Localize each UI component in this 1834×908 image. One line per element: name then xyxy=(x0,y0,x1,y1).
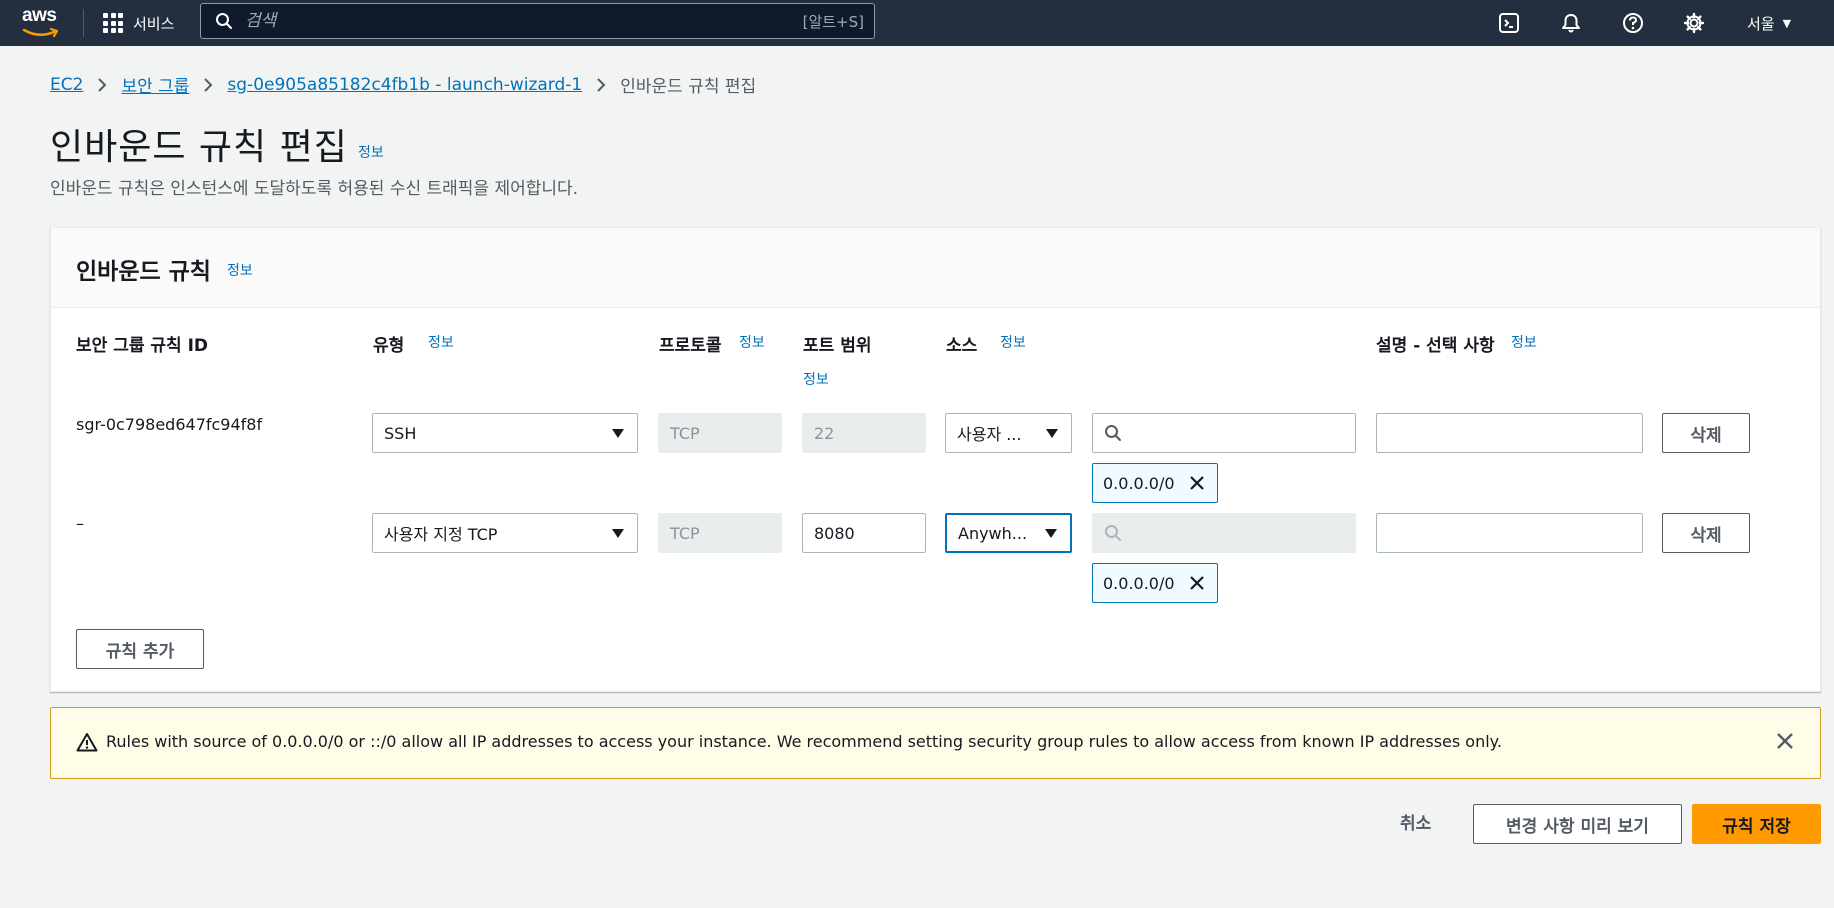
delete-label: 삭제 xyxy=(1690,525,1722,546)
region-selector[interactable]: 서울 ▼ xyxy=(1747,10,1791,36)
search-icon xyxy=(1105,525,1121,541)
aws-smile-icon xyxy=(22,27,59,38)
delete-rule-button-row-1[interactable]: 삭제 xyxy=(1662,413,1750,453)
notifications-bell-icon[interactable] xyxy=(1558,10,1584,36)
save-rules-label: 규칙 저장 xyxy=(1722,816,1791,837)
description-input-row-2[interactable] xyxy=(1376,513,1643,553)
dismiss-alert-close-icon[interactable] xyxy=(1776,732,1794,750)
cancel-button[interactable]: 취소 xyxy=(1400,809,1431,834)
caret-down-icon: ▼ xyxy=(1782,16,1792,30)
protocol-value: TCP xyxy=(670,423,700,443)
page-title: 인바운드 규칙 편집 xyxy=(50,127,348,168)
panel-title: 인바운드 규칙 xyxy=(76,259,211,285)
settings-gear-icon[interactable] xyxy=(1681,10,1707,36)
breadcrumb-link-security-groups[interactable]: 보안 그룹 xyxy=(121,72,189,97)
type-select-value: 사용자 지정 TCP xyxy=(384,525,498,544)
grid-menu-icon xyxy=(103,13,123,33)
source-type-select-row-1[interactable]: 사용자 ... xyxy=(945,413,1072,453)
global-search-input[interactable] xyxy=(245,11,803,31)
column-header-type: 유형 xyxy=(373,336,405,356)
source-type-select-row-2[interactable]: Anywh... xyxy=(945,513,1072,553)
panel-info-link[interactable]: 정보 xyxy=(227,260,253,280)
remove-token-close-icon[interactable] xyxy=(1189,575,1205,591)
warning-alert: Rules with source of 0.0.0.0/0 or ::/0 a… xyxy=(50,707,1821,779)
source-cidr-search-row-1[interactable] xyxy=(1092,413,1356,453)
warning-alert-text: Rules with source of 0.0.0.0/0 or ::/0 a… xyxy=(106,732,1502,751)
aws-logo[interactable]: aws xyxy=(20,5,64,41)
column-header-port-range: 포트 범위 xyxy=(803,336,872,356)
preview-changes-label: 변경 사항 미리 보기 xyxy=(1506,816,1649,837)
add-rule-button[interactable]: 규칙 추가 xyxy=(76,629,204,669)
protocol-field-row-1: TCP xyxy=(658,413,782,453)
rule-id-row-2: – xyxy=(76,514,84,533)
column-header-source: 소스 xyxy=(946,336,978,356)
source-token-value: 0.0.0.0/0 xyxy=(1103,573,1175,593)
source-token-row-2: 0.0.0.0/0 xyxy=(1092,563,1218,603)
cloudshell-icon[interactable] xyxy=(1496,10,1522,36)
column-header-rule-id: 보안 그룹 규칙 ID xyxy=(76,336,209,356)
protocol-info-link[interactable]: 정보 xyxy=(739,332,765,352)
search-icon xyxy=(216,13,232,29)
breadcrumb-link-ec2[interactable]: EC2 xyxy=(50,75,83,95)
preview-changes-button[interactable]: 변경 사항 미리 보기 xyxy=(1473,804,1682,844)
inbound-rules-panel: 인바운드 규칙 정보 보안 그룹 규칙 ID 유형 정보 프로토콜 정보 포트 … xyxy=(50,227,1821,692)
breadcrumb-link-security-group[interactable]: sg-0e905a85182c4fb1b - launch-wizard-1 xyxy=(227,75,582,95)
chevron-right-icon xyxy=(203,77,213,93)
chevron-right-icon xyxy=(97,77,107,93)
source-cidr-search-row-2 xyxy=(1092,513,1356,553)
services-menu-button[interactable]: 서비스 xyxy=(103,9,174,37)
caret-down-icon xyxy=(612,528,624,538)
type-info-link[interactable]: 정보 xyxy=(428,332,454,352)
type-select-row-2[interactable]: 사용자 지정 TCP xyxy=(372,513,638,553)
panel-header: 인바운드 규칙 정보 xyxy=(51,228,1820,308)
page-info-link[interactable]: 정보 xyxy=(358,142,384,162)
topbar-divider xyxy=(83,9,84,37)
help-icon[interactable] xyxy=(1620,10,1646,36)
region-label: 서울 xyxy=(1747,14,1775,33)
type-select-row-1[interactable]: SSH xyxy=(372,413,638,453)
rule-id-row-1: sgr-0c798ed647fc94f8f xyxy=(76,415,263,434)
column-header-description: 설명 - 선택 사항 xyxy=(1376,336,1495,356)
add-rule-label: 규칙 추가 xyxy=(105,641,175,662)
source-token-row-1: 0.0.0.0/0 xyxy=(1092,463,1218,503)
description-input-row-1[interactable] xyxy=(1376,413,1643,453)
port-range-field-row-1: 22 xyxy=(802,413,926,453)
port-range-info-link[interactable]: 정보 xyxy=(803,369,829,389)
search-shortcut-hint: [알트+S] xyxy=(802,12,864,31)
delete-rule-button-row-2[interactable]: 삭제 xyxy=(1662,513,1750,553)
description-info-link[interactable]: 정보 xyxy=(1511,332,1537,352)
chevron-right-icon xyxy=(596,77,606,93)
breadcrumb-current: 인바운드 규칙 편집 xyxy=(620,77,757,97)
source-type-value: 사용자 ... xyxy=(957,425,1022,444)
aws-logo-text: aws xyxy=(22,5,57,26)
top-navigation-bar: aws 서비스 [알트+S] 서울 ▼ xyxy=(0,0,1834,46)
protocol-field-row-2: TCP xyxy=(658,513,782,553)
search-icon xyxy=(1105,425,1121,441)
services-label: 서비스 xyxy=(133,14,175,33)
caret-down-icon xyxy=(612,428,624,438)
port-range-input-row-2[interactable] xyxy=(802,513,926,553)
breadcrumb: EC2 보안 그룹 sg-0e905a85182c4fb1b - launch-… xyxy=(50,72,757,98)
source-type-value: Anywh... xyxy=(958,523,1028,543)
caret-down-icon xyxy=(1046,428,1058,438)
caret-down-icon xyxy=(1045,528,1057,538)
save-rules-button[interactable]: 규칙 저장 xyxy=(1692,804,1821,844)
source-info-link[interactable]: 정보 xyxy=(1000,332,1026,352)
source-token-value: 0.0.0.0/0 xyxy=(1103,473,1175,493)
protocol-value: TCP xyxy=(670,523,700,543)
warning-triangle-icon xyxy=(76,733,98,752)
global-search-bar[interactable]: [알트+S] xyxy=(200,3,875,39)
delete-label: 삭제 xyxy=(1690,425,1722,446)
page-description: 인바운드 규칙은 인스턴스에 도달하도록 허용된 수신 트래픽을 제어합니다. xyxy=(50,179,579,199)
port-value: 22 xyxy=(814,423,835,443)
column-header-protocol: 프로토콜 xyxy=(659,336,722,356)
type-select-value: SSH xyxy=(384,423,417,443)
remove-token-close-icon[interactable] xyxy=(1189,475,1205,491)
